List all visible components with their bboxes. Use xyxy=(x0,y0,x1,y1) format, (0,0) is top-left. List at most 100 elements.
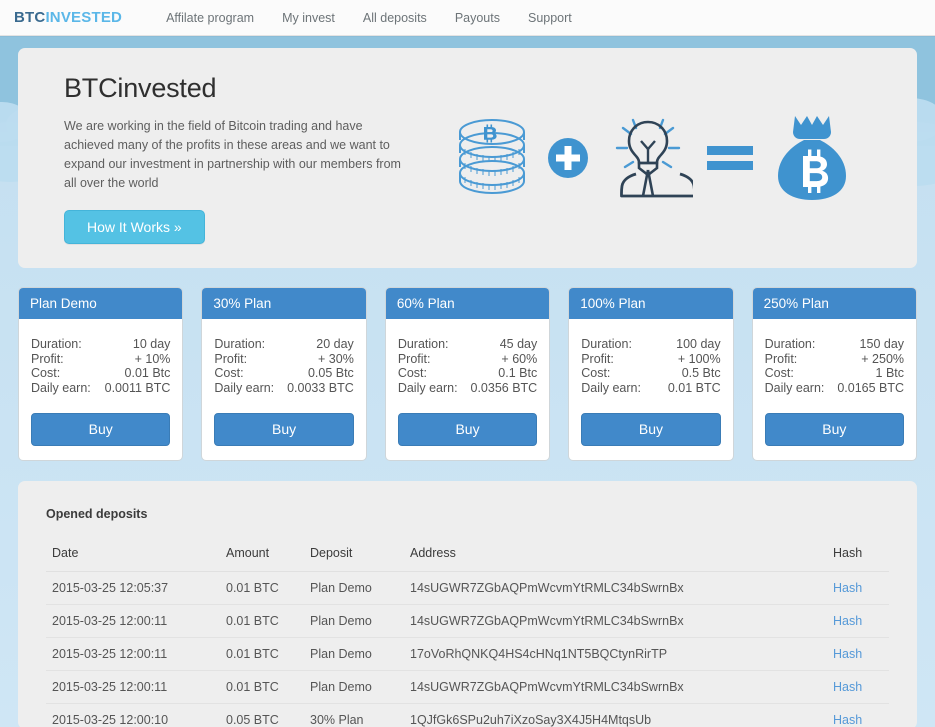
plan-duration-row: Duration: 100 day xyxy=(581,337,720,352)
plan-cost-value: 0.5 Btc xyxy=(681,366,721,381)
buy-button[interactable]: Buy xyxy=(214,413,354,447)
page-title: BTCinvested xyxy=(64,72,217,103)
plus-circle-icon xyxy=(547,137,589,179)
plan-duration-value: 20 day xyxy=(316,337,354,351)
plan-duration-row: Duration: 150 day xyxy=(765,337,904,352)
cell-date: 2015-03-25 12:00:10 xyxy=(46,703,220,727)
column-header-hash: Hash xyxy=(827,541,889,573)
plan-daily-earn-row: Daily earn: 0.0356 BTC xyxy=(398,381,537,396)
cell-amount: 0.01 BTC xyxy=(220,571,304,606)
plan-duration-label: Duration: xyxy=(214,337,266,351)
plan-cost-label: Cost: xyxy=(214,366,244,381)
plan-duration-label: Duration: xyxy=(581,337,632,351)
cell-amount: 0.01 BTC xyxy=(220,604,304,639)
plan-daily-earn-row: Daily earn: 0.0165 BTC xyxy=(765,381,904,396)
plan-daily-earn-row: Daily earn: 0.0033 BTC xyxy=(214,381,353,396)
nav-item-all-deposits[interactable]: All deposits xyxy=(363,11,427,25)
plan-details: Duration: 45 day Profit: + 60% Cost: 0.1… xyxy=(398,337,537,395)
nav-item-my-invest[interactable]: My invest xyxy=(282,11,335,25)
how-it-works-button[interactable]: How It Works » xyxy=(64,209,205,244)
plan-cost-value: 0.1 Btc xyxy=(498,366,538,381)
plan-daily-earn-label: Daily earn: xyxy=(214,380,275,395)
plan-title: 100% Plan xyxy=(569,288,733,319)
plan-cost-row: Cost: 0.01 Btc xyxy=(31,366,170,381)
nav-item-affilate-program[interactable]: Affilate program xyxy=(166,11,254,25)
buy-button[interactable]: Buy xyxy=(397,413,538,447)
plan-body: Duration: 20 day Profit: + 30% Cost: 0.0… xyxy=(202,319,365,460)
plan-daily-earn-label: Daily earn: xyxy=(581,380,641,395)
plan-profit-row: Profit: + 60% xyxy=(398,352,537,367)
column-header-address: Address xyxy=(404,541,827,573)
section-title: Opened deposits xyxy=(46,507,148,522)
cell-address: 14sUGWR7ZGbAQPmWcvmYtRMLC34bSwrnBx xyxy=(404,571,827,606)
table-row: 2015-03-25 12:00:11 0.01 BTC Plan Demo 1… xyxy=(46,604,889,639)
plan-title: 30% Plan xyxy=(202,288,366,319)
buy-button[interactable]: Buy xyxy=(581,413,721,447)
plan-cost-value: 0.05 Btc xyxy=(307,366,354,381)
brand-logo[interactable]: BTCINVESTED xyxy=(14,9,122,26)
plan-profit-row: Profit: + 250% xyxy=(765,352,904,367)
plan-profit-value: + 10% xyxy=(134,351,171,366)
plan-daily-earn-value: 0.0033 BTC xyxy=(287,380,354,395)
plan-details: Duration: 10 day Profit: + 10% Cost: 0.0… xyxy=(31,337,170,395)
plan-daily-earn-label: Daily earn: xyxy=(764,380,825,395)
plan-cost-value: 0.01 Btc xyxy=(124,366,171,381)
plan-profit-label: Profit: xyxy=(581,351,614,366)
cell-address: 17oVoRhQNKQ4HS4cHNq1NT5BQCtynRirTP xyxy=(404,637,827,672)
brand-logo-part2: INVESTED xyxy=(45,9,123,26)
hash-link[interactable]: Hash xyxy=(833,680,862,694)
plan-daily-earn-row: Daily earn: 0.01 BTC xyxy=(581,381,720,396)
plan-cost-row: Cost: 1 Btc xyxy=(765,366,904,381)
plan-profit-value: + 60% xyxy=(501,351,538,366)
nav-item-support[interactable]: Support xyxy=(528,11,572,25)
opened-deposits-panel: Opened deposits Date Amount Deposit Addr… xyxy=(18,481,917,727)
plan-duration-row: Duration: 20 day xyxy=(214,337,353,352)
plan-profit-label: Profit: xyxy=(397,351,431,366)
cell-deposit: Plan Demo xyxy=(304,637,404,672)
cell-deposit: Plan Demo xyxy=(304,604,404,639)
brand-logo-part1: BTC xyxy=(14,9,46,26)
cell-amount: 0.05 BTC xyxy=(220,703,304,727)
money-bag-bitcoin-icon xyxy=(767,112,857,204)
hash-link[interactable]: Hash xyxy=(833,713,862,727)
plan-cost-row: Cost: 0.5 Btc xyxy=(581,366,720,381)
coin-stack-icon xyxy=(451,115,533,201)
buy-button[interactable]: Buy xyxy=(31,413,171,447)
plan-cost-row: Cost: 0.1 Btc xyxy=(398,366,537,381)
plan-duration-row: Duration: 45 day xyxy=(398,337,537,352)
cell-date: 2015-03-25 12:00:11 xyxy=(46,604,220,639)
table-row: 2015-03-25 12:00:10 0.05 BTC 30% Plan 1Q… xyxy=(46,703,889,727)
cell-address: 14sUGWR7ZGbAQPmWcvmYtRMLC34bSwrnBx xyxy=(404,604,827,639)
cell-hash: Hash xyxy=(827,670,889,705)
plan-cost-label: Cost: xyxy=(764,366,794,381)
hash-link[interactable]: Hash xyxy=(833,581,862,595)
plan-profit-value: + 30% xyxy=(318,351,354,366)
cell-hash: Hash xyxy=(827,637,889,672)
top-navbar: BTCINVESTED Affilate program My invest A… xyxy=(0,0,935,36)
plan-duration-label: Duration: xyxy=(764,337,816,351)
plan-cost-label: Cost: xyxy=(397,366,427,381)
hash-link[interactable]: Hash xyxy=(833,614,862,628)
table-row: 2015-03-25 12:00:11 0.01 BTC Plan Demo 1… xyxy=(46,637,889,672)
plan-daily-earn-value: 0.0011 BTC xyxy=(104,380,171,395)
hash-link[interactable]: Hash xyxy=(833,647,862,661)
plan-card-list: Plan Demo Duration: 10 day Profit: + 10%… xyxy=(18,287,918,462)
plan-card: 60% Plan Duration: 45 day Profit: + 60% … xyxy=(384,287,551,462)
table-row: 2015-03-25 12:05:37 0.01 BTC Plan Demo 1… xyxy=(46,571,889,606)
hero-text-block: BTCinvested We are working in the field … xyxy=(64,73,416,244)
plan-card: 100% Plan Duration: 100 day Profit: + 10… xyxy=(568,287,734,462)
cell-hash: Hash xyxy=(827,703,889,727)
column-header-deposit: Deposit xyxy=(304,541,404,573)
plan-cost-value: 1 Btc xyxy=(875,366,905,381)
plan-title: 250% Plan xyxy=(752,288,917,319)
plan-details: Duration: 100 day Profit: + 100% Cost: 0… xyxy=(581,337,720,395)
plan-profit-value: + 100% xyxy=(677,351,721,366)
plan-profit-value: + 250% xyxy=(861,351,905,366)
nav-item-payouts[interactable]: Payouts xyxy=(455,11,500,25)
plan-profit-row: Profit: + 30% xyxy=(214,352,353,367)
cell-date: 2015-03-25 12:05:37 xyxy=(46,571,220,606)
plan-daily-earn-label: Daily earn: xyxy=(31,380,91,395)
plan-duration-value: 10 day xyxy=(132,337,171,351)
buy-button[interactable]: Buy xyxy=(764,413,905,447)
hero-description: We are working in the field of Bitcoin t… xyxy=(64,118,401,190)
